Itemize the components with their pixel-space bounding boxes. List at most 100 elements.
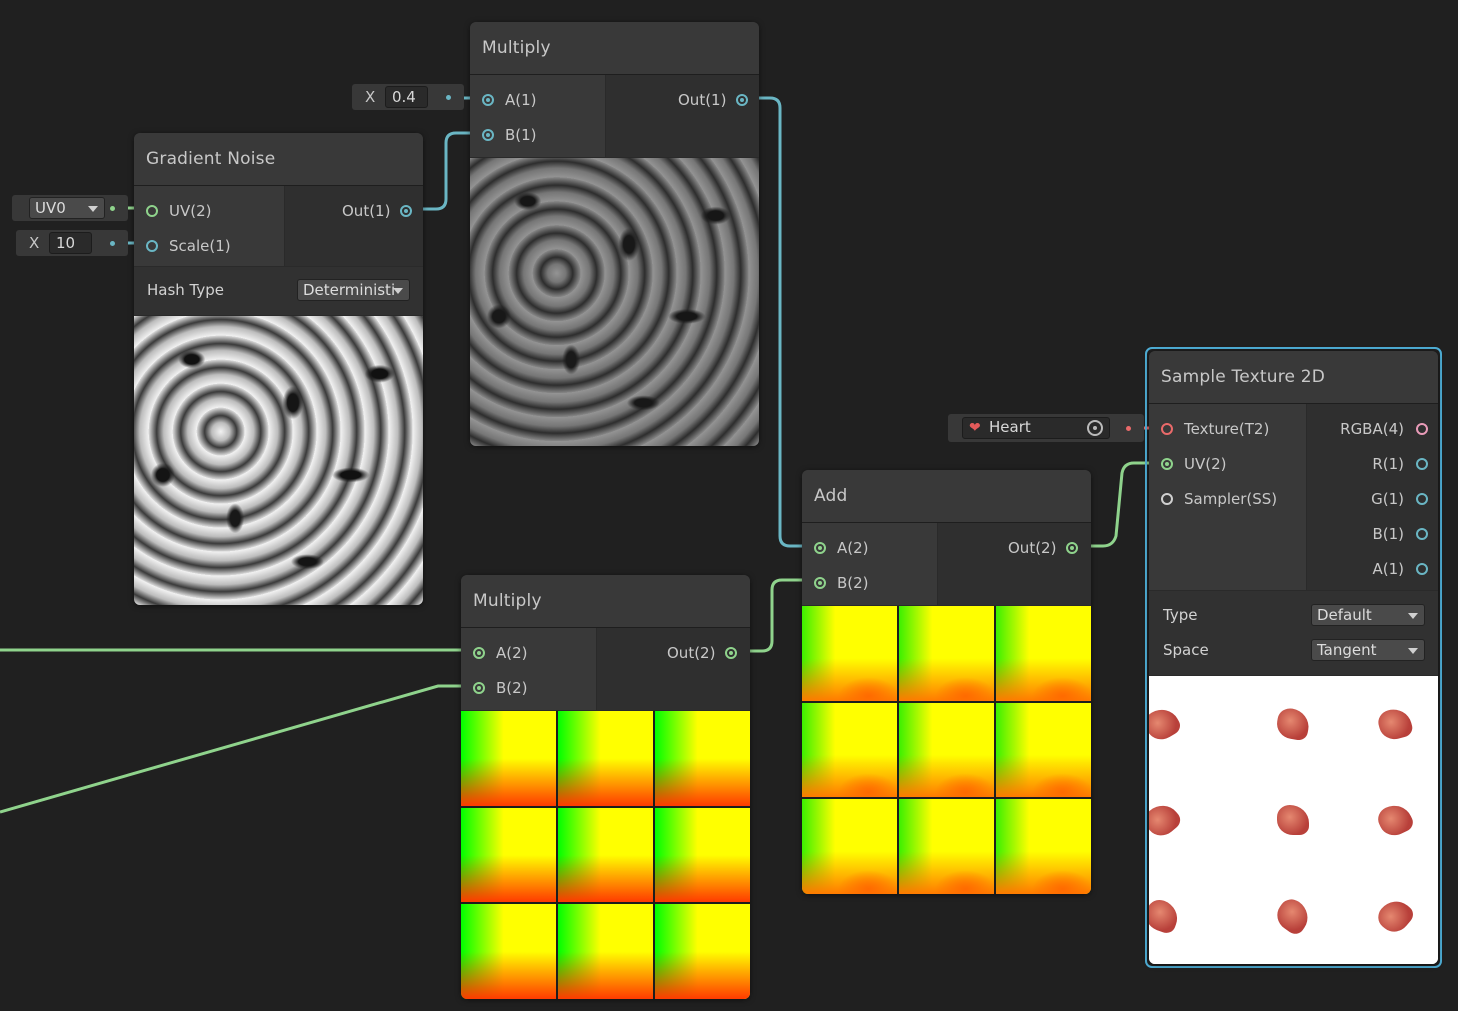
port-label: UV(2) bbox=[1184, 455, 1227, 473]
scale-port-dot[interactable] bbox=[110, 241, 115, 246]
output-port-rgba[interactable]: RGBA(4) bbox=[1340, 419, 1428, 439]
port-connector[interactable] bbox=[1416, 493, 1428, 505]
scale-inline-field: X 10 bbox=[16, 230, 128, 256]
port-connector[interactable] bbox=[1161, 423, 1173, 435]
texture-port-dot[interactable] bbox=[1126, 426, 1131, 431]
output-port-g[interactable]: G(1) bbox=[1371, 489, 1428, 509]
port-connector[interactable] bbox=[814, 542, 826, 554]
input-port-b[interactable]: B(2) bbox=[473, 678, 528, 698]
output-port-out[interactable]: Out(1) bbox=[342, 201, 414, 221]
port-label: Out(2) bbox=[667, 644, 716, 662]
texture-inline-field: ❤ Heart bbox=[948, 414, 1144, 442]
port-connector[interactable] bbox=[473, 647, 485, 659]
port-label: Sampler(SS) bbox=[1184, 490, 1278, 508]
port-label: UV(2) bbox=[169, 202, 212, 220]
node-title: Gradient Noise bbox=[146, 149, 276, 169]
port-label: Out(2) bbox=[1008, 539, 1057, 557]
multiply-a-inline-field: X 0.4 bbox=[352, 84, 464, 110]
target-icon[interactable] bbox=[1087, 420, 1103, 436]
port-label: Texture(T2) bbox=[1184, 420, 1270, 438]
port-label: Out(1) bbox=[342, 202, 391, 220]
scale-value-input[interactable]: 10 bbox=[49, 232, 92, 254]
input-port-sampler[interactable]: Sampler(SS) bbox=[1161, 489, 1277, 509]
input-port-scale[interactable]: Scale(1) bbox=[146, 236, 231, 256]
texture-object-field[interactable]: ❤ Heart bbox=[962, 417, 1110, 439]
outputs-panel bbox=[606, 75, 759, 157]
node-title: Add bbox=[814, 486, 848, 506]
output-port-b[interactable]: B(1) bbox=[1372, 524, 1428, 544]
space-label: Space bbox=[1163, 641, 1209, 659]
type-label: Type bbox=[1163, 606, 1198, 624]
port-label: R(1) bbox=[1372, 455, 1404, 473]
input-port-a[interactable]: A(1) bbox=[482, 90, 537, 110]
uv-channel-field: UV0 bbox=[12, 195, 128, 221]
input-port-uv[interactable]: UV(2) bbox=[1161, 454, 1227, 474]
port-connector[interactable] bbox=[1161, 458, 1173, 470]
multiply-node-bottom[interactable]: Multiply A(2) B(2) Out(2) bbox=[461, 575, 750, 999]
hash-type-dropdown[interactable]: Deterministi bbox=[297, 279, 410, 301]
heart-icon: ❤ bbox=[969, 420, 981, 436]
add-preview bbox=[802, 606, 1091, 894]
port-connector[interactable] bbox=[1161, 493, 1173, 505]
input-port-a[interactable]: A(2) bbox=[473, 643, 528, 663]
port-label: A(2) bbox=[837, 539, 869, 557]
output-port-out[interactable]: Out(2) bbox=[667, 643, 739, 663]
port-connector[interactable] bbox=[482, 129, 494, 141]
port-connector[interactable] bbox=[400, 205, 412, 217]
output-port-out[interactable]: Out(2) bbox=[1008, 538, 1080, 558]
uv-channel-dropdown[interactable]: UV0 bbox=[29, 197, 105, 219]
port-label: A(1) bbox=[505, 91, 537, 109]
gradient-noise-node[interactable]: Gradient Noise UV(2) Scale(1) Out(1) Has… bbox=[134, 133, 423, 605]
node-header[interactable]: Sample Texture 2D bbox=[1149, 351, 1438, 404]
port-connector[interactable] bbox=[473, 682, 485, 694]
port-connector[interactable] bbox=[1416, 423, 1428, 435]
wire-offscreen-to-multiply2-b bbox=[0, 684, 478, 814]
port-connector[interactable] bbox=[146, 240, 158, 252]
port-connector[interactable] bbox=[1416, 563, 1428, 575]
port-connector[interactable] bbox=[146, 205, 158, 217]
node-header[interactable]: Add bbox=[802, 470, 1091, 523]
node-header[interactable]: Multiply bbox=[470, 22, 759, 75]
multiply-a-value-input[interactable]: 0.4 bbox=[385, 86, 428, 108]
port-connector[interactable] bbox=[1416, 528, 1428, 540]
port-connector[interactable] bbox=[482, 94, 494, 106]
multiply-node-top[interactable]: Multiply A(1) B(1) Out(1) bbox=[470, 22, 759, 446]
outputs-panel bbox=[285, 186, 423, 266]
output-port-a[interactable]: A(1) bbox=[1372, 559, 1428, 579]
uv-channel-port-dot[interactable] bbox=[110, 206, 115, 211]
sample-texture-2d-node[interactable]: Sample Texture 2D Texture(T2) UV(2) Samp… bbox=[1149, 351, 1438, 964]
port-connector[interactable] bbox=[736, 94, 748, 106]
input-port-b[interactable]: B(1) bbox=[482, 125, 537, 145]
input-port-b[interactable]: B(2) bbox=[814, 573, 869, 593]
port-label: G(1) bbox=[1371, 490, 1404, 508]
port-connector[interactable] bbox=[814, 577, 826, 589]
port-connector[interactable] bbox=[1066, 542, 1078, 554]
output-port-out[interactable]: Out(1) bbox=[678, 90, 750, 110]
multiply-a-port-dot[interactable] bbox=[446, 95, 451, 100]
add-node[interactable]: Add A(2) B(2) Out(2) bbox=[802, 470, 1091, 894]
input-port-texture[interactable]: Texture(T2) bbox=[1161, 419, 1269, 439]
port-label: A(1) bbox=[1372, 560, 1404, 578]
node-title: Multiply bbox=[482, 38, 551, 58]
port-label: Scale(1) bbox=[169, 237, 231, 255]
space-dropdown[interactable]: Tangent bbox=[1311, 639, 1425, 661]
input-port-a[interactable]: A(2) bbox=[814, 538, 869, 558]
port-connector[interactable] bbox=[1416, 458, 1428, 470]
port-label: A(2) bbox=[496, 644, 528, 662]
type-dropdown[interactable]: Default bbox=[1311, 604, 1425, 626]
chevron-down-icon bbox=[1408, 613, 1418, 619]
chevron-down-icon bbox=[393, 288, 403, 294]
chevron-down-icon bbox=[88, 206, 98, 212]
outputs-panel bbox=[938, 523, 1091, 605]
hash-type-row: Hash Type Deterministi bbox=[134, 267, 423, 315]
node-header[interactable]: Multiply bbox=[461, 575, 750, 628]
outputs-panel bbox=[597, 628, 750, 710]
output-port-r[interactable]: R(1) bbox=[1372, 454, 1428, 474]
multiply-a-axis-label: X bbox=[365, 88, 376, 106]
node-title: Multiply bbox=[473, 591, 542, 611]
port-connector[interactable] bbox=[725, 647, 737, 659]
chevron-down-icon bbox=[1408, 648, 1418, 654]
input-port-uv[interactable]: UV(2) bbox=[146, 201, 212, 221]
node-header[interactable]: Gradient Noise bbox=[134, 133, 423, 186]
node-title: Sample Texture 2D bbox=[1161, 367, 1326, 387]
